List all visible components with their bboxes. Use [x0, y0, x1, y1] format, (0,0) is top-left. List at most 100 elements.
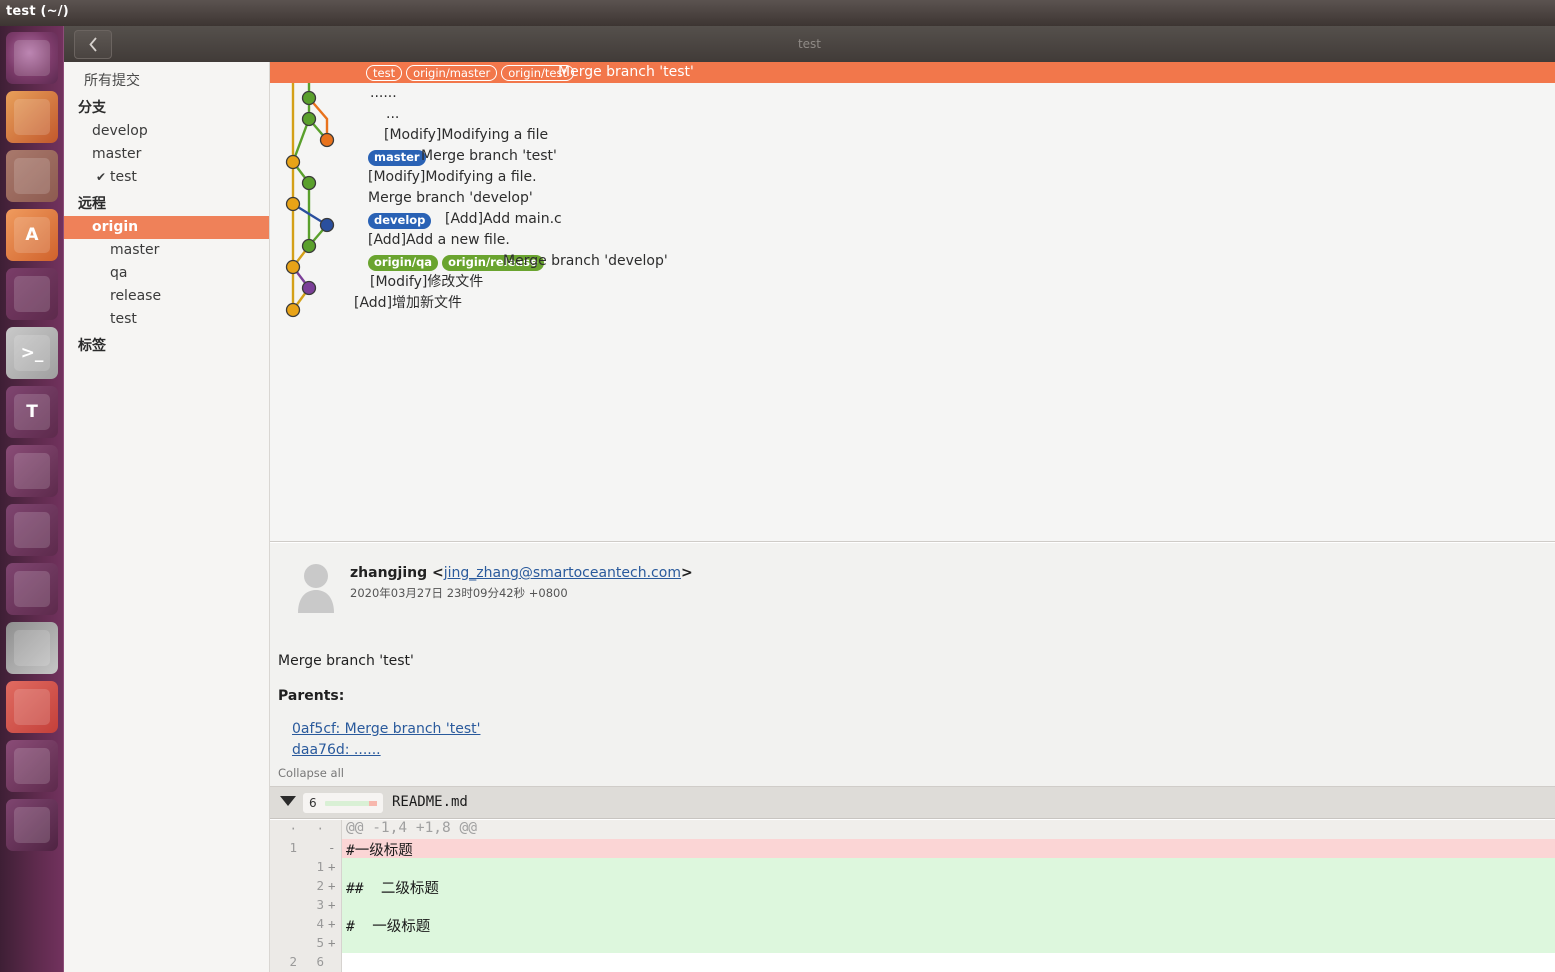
commit-subject-text: Merge branch 'develop': [368, 190, 533, 206]
diff-new-lineno: 5: [316, 935, 324, 950]
commit-subject-text: [Add]Add a new file.: [368, 232, 510, 248]
diff-stat-deletions: [369, 801, 377, 806]
refs-sidebar[interactable]: 所有提交 分支 develop master ✔ test 远程 origin …: [64, 62, 270, 972]
commit-subject-text: ...: [386, 106, 400, 122]
diff-line: 5 +: [270, 934, 1555, 953]
sidebar-item-branch-test[interactable]: ✔ test: [64, 166, 269, 189]
sidebar-item-all-commits[interactable]: 所有提交: [64, 70, 269, 93]
commit-subject-text: Merge branch 'test': [558, 64, 694, 80]
terminal-icon-glyph: >_: [14, 335, 50, 371]
ref-badge[interactable]: develop: [368, 213, 432, 229]
commit-detail-panel: zhangjing <jing_zhang@smartoceantech.com…: [270, 543, 1555, 786]
gitg-window: test 所有提交 分支 develop master ✔ test 远程 or…: [64, 26, 1555, 972]
ref-badge[interactable]: master: [368, 150, 426, 166]
avatar-icon: [298, 564, 334, 613]
libreoffice-writer-icon[interactable]: [6, 563, 58, 615]
sidebar-item-branch-master[interactable]: master: [64, 143, 269, 166]
diff-new-lineno: 4: [316, 916, 324, 931]
commit-row[interactable]: test origin/master origin/test Merge branch…: [270, 62, 1555, 83]
libreoffice-writer-icon-glyph: [14, 571, 50, 607]
files-icon[interactable]: [6, 150, 58, 202]
text-editor-icon[interactable]: T: [6, 386, 58, 438]
back-button[interactable]: [74, 30, 112, 59]
libreoffice-calc-icon-glyph: [14, 512, 50, 548]
diff-line-text: @@ -1,4 +1,8 @@: [346, 820, 477, 836]
unity-launcher: A >_ T: [0, 26, 64, 972]
commit-row[interactable]: [Modify]Modifying a file.: [270, 167, 1555, 188]
gedit-icon[interactable]: [6, 622, 58, 674]
ref-badge[interactable]: origin/qa: [368, 255, 439, 271]
ref-badge[interactable]: origin/master: [406, 65, 498, 81]
gitg-icon-glyph: [14, 689, 50, 725]
commit-subject-text: [Add]Add main.c: [445, 211, 562, 227]
commit-row[interactable]: [Modify]修改文件: [270, 272, 1555, 293]
ref-badge[interactable]: test: [366, 65, 403, 81]
sidebar-item-remote-origin[interactable]: origin: [64, 216, 269, 239]
diff-line: 4 + # 一级标题: [270, 915, 1555, 935]
diff-change-marker: +: [328, 916, 336, 931]
commit-row[interactable]: ...: [270, 104, 1555, 125]
parent-link-0[interactable]: 0af5cf: Merge branch 'test': [292, 721, 480, 737]
author-email-link[interactable]: jing_zhang@smartoceantech.com: [444, 565, 681, 581]
diff-panel: 6 README.md · · @@ -1,4 +1,8 @@ 1- #一级标题 1 +2 +…: [270, 786, 1555, 972]
commit-row[interactable]: develop [Add]Add main.c: [270, 209, 1555, 230]
window-title: test: [797, 37, 822, 51]
terminal-icon[interactable]: >_: [6, 327, 58, 379]
diff-stat-chip: 6: [303, 793, 383, 813]
firefox-icon[interactable]: [6, 91, 58, 143]
ubuntu-software-icon[interactable]: A: [6, 209, 58, 261]
commit-row[interactable]: Merge branch 'develop': [270, 188, 1555, 209]
media-player-icon-glyph: [14, 748, 50, 784]
parents-label: Parents:: [278, 688, 345, 704]
commit-subject-text: Merge branch 'develop': [503, 253, 668, 269]
window-titlebar: test: [64, 26, 1555, 62]
commit-row[interactable]: master Merge branch 'test': [270, 146, 1555, 167]
collapse-all-button[interactable]: Collapse all: [278, 766, 344, 780]
diff-new-lineno: 1: [316, 859, 324, 874]
commit-subject-text: [Add]增加新文件: [354, 295, 463, 311]
diff-line: · · @@ -1,4 +1,8 @@: [270, 820, 1555, 839]
diff-new-lineno: ·: [316, 821, 324, 836]
commit-row[interactable]: [Add]增加新文件: [270, 293, 1555, 314]
diff-stat-bar: [325, 801, 377, 806]
parent-link-1[interactable]: daa76d: ......: [292, 742, 381, 758]
sidebar-item-branch-develop[interactable]: develop: [64, 120, 269, 143]
commit-row[interactable]: [Modify]Modifying a file: [270, 125, 1555, 146]
diff-stat-count: 6: [309, 796, 317, 810]
collapse-triangle-icon[interactable]: [280, 796, 296, 806]
commit-subject-text: [Modify]Modifying a file.: [368, 169, 537, 185]
commit-row[interactable]: origin/qa origin/release Merge branch 'dev…: [270, 251, 1555, 272]
unity-top-panel: test (~/): [0, 0, 1555, 26]
sidebar-header-remotes: 远程: [78, 196, 106, 212]
commit-row[interactable]: ......: [270, 83, 1555, 104]
camera-icon-glyph: [14, 453, 50, 489]
system-settings-icon[interactable]: [6, 268, 58, 320]
ubuntu-dash-icon[interactable]: [6, 32, 58, 84]
sidebar-item-origin-master[interactable]: master: [64, 239, 269, 262]
sidebar-item-origin-release[interactable]: release: [64, 285, 269, 308]
diff-line-background: [342, 934, 1555, 953]
gitg-icon[interactable]: [6, 681, 58, 733]
diff-line-background: [342, 915, 1555, 934]
commit-author: zhangjing <jing_zhang@smartoceantech.com…: [350, 565, 693, 581]
sidebar-item-origin-qa[interactable]: qa: [64, 262, 269, 285]
commit-subject-text: ......: [370, 85, 397, 101]
workspace-switcher-icon[interactable]: [6, 799, 58, 851]
diff-change-marker: -: [328, 840, 336, 855]
commit-list[interactable]: test origin/master origin/test Merge branch…: [270, 62, 1555, 542]
diff-line-background: [342, 839, 1555, 858]
diff-file-header[interactable]: 6 README.md: [270, 787, 1555, 819]
text-editor-icon-glyph: T: [14, 394, 50, 430]
gedit-icon-glyph: [14, 630, 50, 666]
sidebar-item-origin-test[interactable]: test: [64, 308, 269, 331]
commit-row[interactable]: [Add]Add a new file.: [270, 230, 1555, 251]
panel-window-title: test (~/): [6, 4, 69, 19]
diff-file-name: README.md: [392, 794, 468, 810]
media-player-icon[interactable]: [6, 740, 58, 792]
diff-old-lineno: 1: [289, 840, 297, 855]
libreoffice-calc-icon[interactable]: [6, 504, 58, 556]
camera-icon[interactable]: [6, 445, 58, 497]
ubuntu-software-icon-glyph: A: [14, 217, 50, 253]
diff-line-text: #一级标题: [346, 843, 413, 859]
diff-line-background: [342, 820, 1555, 839]
